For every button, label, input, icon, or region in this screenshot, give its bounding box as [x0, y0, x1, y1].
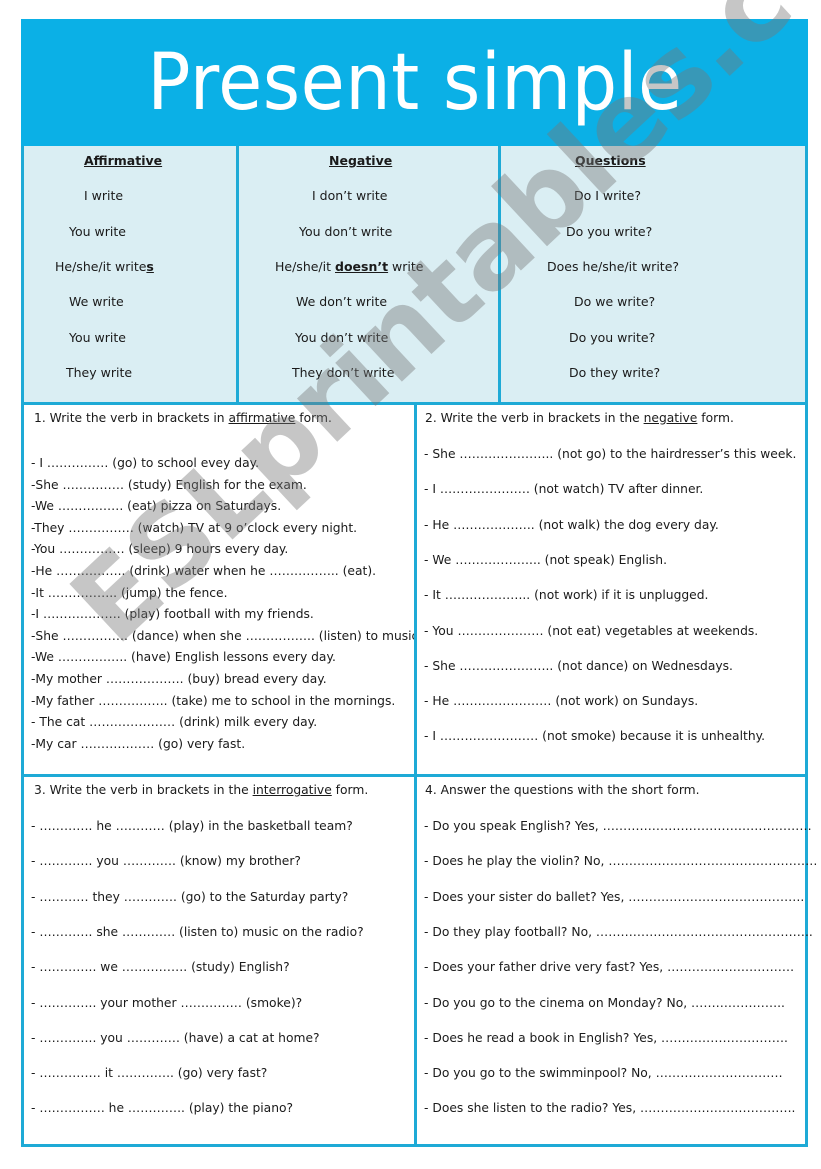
- instruction-text: form.: [295, 411, 332, 425]
- instruction-keyword: affirmative: [228, 411, 296, 425]
- page-title: Present simple: [146, 37, 683, 128]
- conjugation-row: Do you write?: [569, 330, 656, 345]
- exercise-item: - Does she listen to the radio? Yes, …………: [424, 1101, 796, 1116]
- exercise-item: -We …………….. (have) English lessons every…: [31, 650, 336, 665]
- conjugation-row: He/she/it writes: [55, 259, 154, 274]
- exercise-item: - ………….. you …………. (have) a cat at home?: [31, 1030, 320, 1045]
- exercise-item: -I ………………. (play) football with my frien…: [31, 607, 314, 622]
- exercise-item: - He …………………… (not work) on Sundays.: [424, 694, 699, 709]
- conjugation-row: They don’t write: [292, 365, 395, 380]
- conjugation-row: You don’t write: [295, 330, 389, 345]
- exercise-item: -My car ……………… (go) very fast.: [31, 736, 246, 751]
- exercise-item: - ………….. your mother …………… (smoke)?: [31, 995, 303, 1010]
- instruction-text: form.: [697, 411, 734, 425]
- conjugation-row: We write: [69, 294, 124, 309]
- exercise-1-affirmative: 1. Write the verb in brackets in affirma…: [21, 402, 422, 777]
- exercise-item: - We ………………... (not speak) English.: [424, 552, 667, 567]
- exercise-item: -She ……………. (dance) when she …………….. (li…: [31, 628, 423, 643]
- conjugation-row: Do I write?: [574, 188, 641, 203]
- exercise-instruction: 3. Write the verb in brackets in the int…: [34, 783, 368, 797]
- conjugation-row: Do they write?: [569, 365, 661, 380]
- conjugation-row-text: He/she/it: [275, 259, 335, 274]
- instruction-keyword: interrogative: [252, 783, 332, 797]
- conjugation-row: They write: [66, 365, 133, 380]
- conjugation-row: I don’t write: [312, 188, 388, 203]
- exercise-3-interrogative: 3. Write the verb in brackets in the int…: [21, 774, 417, 1147]
- questions-column: Questions Do I write? Do you write? Does…: [501, 146, 805, 402]
- conjugation-row: We don’t write: [296, 294, 388, 309]
- exercise-item: - Do they play football? No, ………………………………: [424, 924, 813, 939]
- exercise-instruction: 4. Answer the questions with the short f…: [425, 783, 700, 797]
- exercise-item: -It …………….. (jump) the fence.: [31, 585, 228, 600]
- conjugation-row: Do you write?: [566, 224, 653, 239]
- exercise-item: - ………… they …………. (go) to the Saturday p…: [31, 889, 349, 904]
- conjugation-row-text: write: [388, 259, 424, 274]
- exercise-instruction: 2. Write the verb in brackets in the neg…: [425, 411, 734, 425]
- instruction-keyword: negative: [643, 411, 698, 425]
- exercise-4-short-answers: 4. Answer the questions with the short f…: [414, 774, 817, 1147]
- negative-heading: Negative: [329, 153, 393, 168]
- conjugation-row-text: He/she/it write: [55, 259, 147, 274]
- exercise-item: - Do you speak English? Yes, ………………………………: [424, 819, 812, 833]
- exercise-2-negative: 2. Write the verb in brackets in the neg…: [414, 402, 808, 777]
- exercise-item: -They ……………. (watch) TV at 9 o’clock eve…: [31, 520, 358, 535]
- conjugation-row: You write: [69, 224, 126, 239]
- instruction-text: 2. Write the verb in brackets in the: [425, 411, 644, 425]
- exercise-item: - It ………………... (not work) if it is unplu…: [424, 588, 709, 603]
- negative-column: Negative I don’t write You don’t write H…: [239, 146, 501, 402]
- exercise-item: - …………. you …………. (know) my brother?: [31, 854, 301, 869]
- exercise-instruction: 1. Write the verb in brackets in affirma…: [34, 411, 332, 425]
- conjugation-row: You don’t write: [299, 224, 393, 239]
- exercise-item: - Do you go to the swimminpool? No, ……………: [424, 1066, 783, 1081]
- conjugation-row: Does he/she/it write?: [547, 259, 680, 274]
- exercise-item: - …………. she …………. (listen to) music on t…: [31, 924, 364, 939]
- exercise-item: - Do you go to the cinema on Monday? No,…: [424, 995, 785, 1010]
- conjugation-row: He/she/it doesn’t write: [275, 259, 423, 274]
- affirmative-heading: Affirmative: [84, 153, 163, 168]
- exercise-item: - She ………………….. (not go) to the hairdres…: [424, 447, 797, 461]
- exercise-item: - I …………… (go) to school evey day.: [31, 456, 260, 470]
- conjugation-table: Affirmative I write You write He/she/it …: [21, 146, 808, 405]
- exercise-item: - …………. he ………… (play) in the basketball…: [31, 819, 353, 833]
- instruction-text: 1. Write the verb in brackets in: [34, 411, 229, 425]
- affirmative-column: Affirmative I write You write He/she/it …: [24, 146, 239, 402]
- questions-heading: Questions: [575, 153, 646, 168]
- instruction-text: form.: [331, 783, 369, 797]
- exercise-item: - Does he play the violin? No, …………………………: [424, 854, 818, 869]
- exercise-item: - ……………. he ………….. (play) the piano?: [31, 1101, 294, 1116]
- instruction-text: 3. Write the verb in brackets in the: [34, 783, 253, 797]
- exercise-item: -He …………….. (drink) water when he …………….…: [31, 564, 377, 578]
- exercise-item: - He ……………….. (not walk) the dog every d…: [424, 517, 719, 532]
- exercise-item: - Does your father drive very fast? Yes,…: [424, 960, 794, 975]
- exercise-item: - ………….. we ……………. (study) English?: [31, 960, 290, 975]
- exercise-item: - You ………………… (not eat) vegetables at we…: [424, 623, 759, 638]
- worksheet-page: Present simple Affirmative I write You w…: [21, 0, 821, 1147]
- exercise-item: - The cat ………………… (drink) milk every day…: [31, 715, 318, 730]
- conjugation-row: I write: [84, 188, 124, 203]
- instruction-text: 4. Answer the questions with the short f…: [425, 783, 700, 797]
- conjugation-row: You write: [69, 330, 126, 345]
- exercise-item: -She …………… (study) English for the exam.: [31, 477, 307, 492]
- exercise-item: - I …………………… (not smoke) because it is u…: [424, 729, 766, 744]
- exercise-item: - Does your sister do ballet? Yes, ………………: [424, 889, 805, 904]
- exercise-item: - Does he read a book in English? Yes, ……: [424, 1030, 788, 1045]
- emphasis-word: doesn’t: [335, 259, 389, 274]
- exercise-item: -We ……………. (eat) pizza on Saturdays.: [31, 499, 282, 514]
- exercise-item: -You ……………. (sleep) 9 hours every day.: [31, 542, 289, 557]
- exercise-item: - She ………………….. (not dance) on Wednesday…: [424, 658, 733, 673]
- exercise-item: - …………… it ………….. (go) very fast?: [31, 1066, 268, 1081]
- title-banner: Present simple: [21, 19, 808, 146]
- emphasis-suffix: s: [146, 259, 154, 274]
- exercise-item: -My father …………….. (take) me to school i…: [31, 693, 396, 708]
- exercise-item: -My mother ………………. (buy) bread every day…: [31, 672, 327, 686]
- exercise-item: - I …………………. (not watch) TV after dinner…: [424, 482, 704, 497]
- conjugation-row: Do we write?: [574, 294, 656, 309]
